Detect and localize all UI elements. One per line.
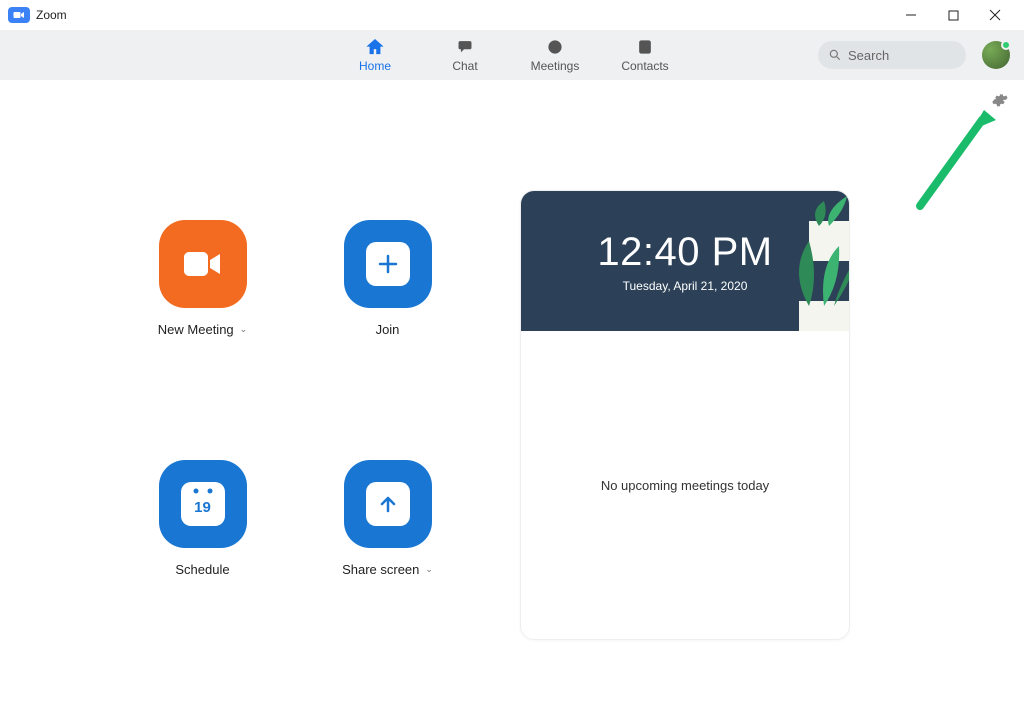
join-label: Join xyxy=(376,322,400,337)
nav-tabs: Home Chat Meetings Contacts xyxy=(330,37,690,73)
tab-contacts[interactable]: Contacts xyxy=(600,37,690,73)
main-toolbar: Home Chat Meetings Contacts Search xyxy=(0,30,1024,80)
tab-chat[interactable]: Chat xyxy=(420,37,510,73)
tab-home-label: Home xyxy=(359,59,391,73)
profile-avatar[interactable] xyxy=(982,41,1010,69)
share-screen-label: Share screen xyxy=(342,562,419,577)
chat-icon xyxy=(454,37,476,57)
join-button[interactable] xyxy=(344,220,432,308)
contacts-icon xyxy=(634,37,656,57)
join-action: Join xyxy=(295,220,480,400)
video-icon xyxy=(182,248,224,280)
window-title: Zoom xyxy=(36,8,67,22)
search-input[interactable]: Search xyxy=(818,41,966,69)
tab-meetings-label: Meetings xyxy=(531,59,580,73)
share-screen-button[interactable] xyxy=(344,460,432,548)
home-icon xyxy=(364,37,386,57)
plant-decoration xyxy=(769,231,849,331)
new-meeting-label: New Meeting xyxy=(158,322,234,337)
tab-chat-label: Chat xyxy=(452,59,477,73)
clock-time: 12:40 PM xyxy=(597,230,772,275)
tab-meetings[interactable]: Meetings xyxy=(510,37,600,73)
upcoming-card: 12:40 PM Tuesday, April 21, 2020 No upco… xyxy=(520,190,850,640)
minimize-button[interactable] xyxy=(890,0,932,30)
arrow-up-icon xyxy=(366,482,410,526)
upcoming-body: No upcoming meetings today xyxy=(521,331,849,639)
schedule-action: 19 Schedule xyxy=(110,460,295,640)
presence-indicator xyxy=(1001,40,1011,50)
plus-icon xyxy=(366,242,410,286)
new-meeting-button[interactable] xyxy=(159,220,247,308)
calendar-icon: 19 xyxy=(181,482,225,526)
search-placeholder: Search xyxy=(848,48,889,63)
settings-button[interactable] xyxy=(990,90,1010,115)
schedule-label: Schedule xyxy=(175,562,229,577)
close-button[interactable] xyxy=(974,0,1016,30)
tab-contacts-label: Contacts xyxy=(621,59,668,73)
schedule-button[interactable]: 19 xyxy=(159,460,247,548)
new-meeting-action: New Meeting ⌄ xyxy=(110,220,295,400)
clock-date: Tuesday, April 21, 2020 xyxy=(623,279,748,293)
maximize-button[interactable] xyxy=(932,0,974,30)
clock-panel: 12:40 PM Tuesday, April 21, 2020 xyxy=(521,191,849,331)
clock-icon xyxy=(544,37,566,57)
chevron-down-icon[interactable]: ⌄ xyxy=(240,324,248,335)
calendar-day: 19 xyxy=(194,499,211,516)
chevron-down-icon[interactable]: ⌄ xyxy=(425,564,433,575)
no-upcoming-text: No upcoming meetings today xyxy=(601,478,769,493)
zoom-logo-icon xyxy=(8,7,30,23)
tab-home[interactable]: Home xyxy=(330,37,420,73)
action-grid: New Meeting ⌄ Join xyxy=(110,220,480,640)
share-screen-action: Share screen ⌄ xyxy=(295,460,480,640)
window-titlebar: Zoom xyxy=(0,0,1024,30)
